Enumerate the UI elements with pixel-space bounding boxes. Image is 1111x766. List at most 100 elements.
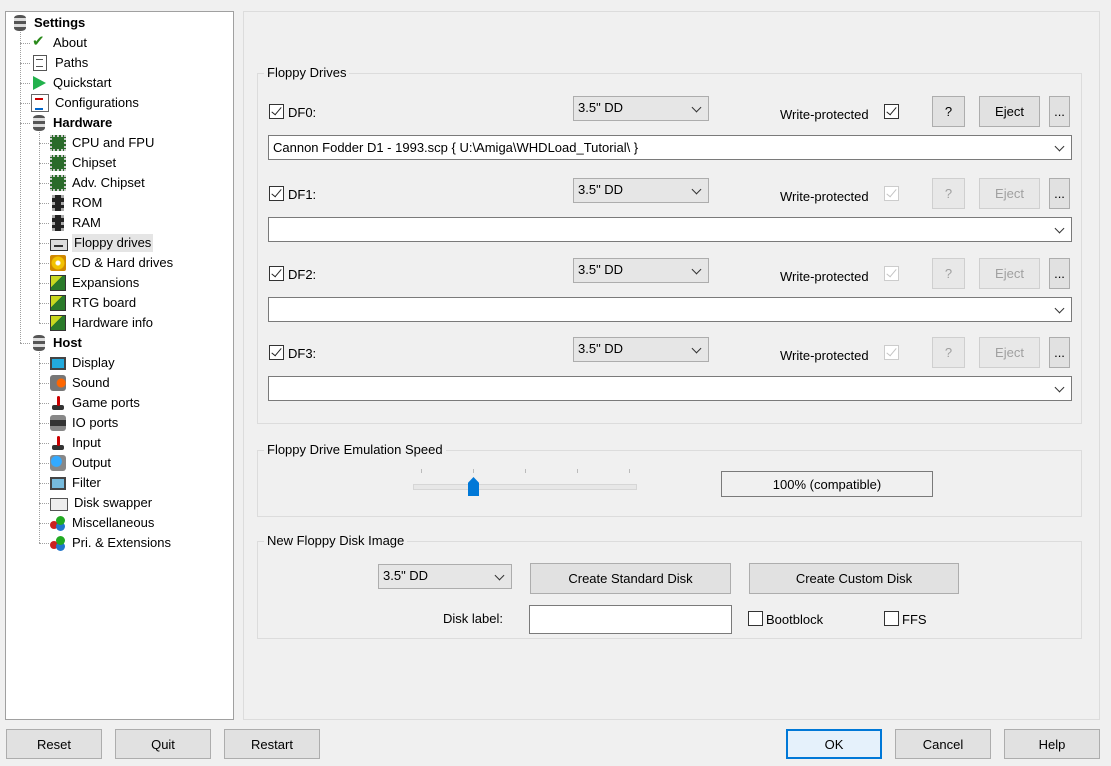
sound-icon: [50, 375, 66, 391]
tree-item-floppy-drives[interactable]: Floppy drives: [50, 234, 154, 252]
df2-help-label: ?: [944, 266, 953, 281]
df2-browse-label: ...: [1054, 266, 1065, 281]
chevron-down-icon: [691, 343, 702, 353]
tree-connector: [39, 132, 40, 323]
df2-eject-button[interactable]: Eject: [979, 258, 1040, 289]
tree-item-adv-chipset[interactable]: Adv. Chipset: [50, 174, 147, 192]
df1-help-button[interactable]: ?: [932, 178, 965, 209]
df2-type-select[interactable]: 3.5" DD: [573, 258, 709, 283]
df3-eject-button[interactable]: Eject: [979, 337, 1040, 368]
new-disk-type-select[interactable]: 3.5" DD: [378, 564, 512, 589]
tree-item-sound[interactable]: Sound: [50, 374, 112, 392]
tree-item-label: ROM: [72, 195, 103, 210]
tree-item-rtg-board[interactable]: RTG board: [50, 294, 138, 312]
ffs-label: FFS: [902, 612, 927, 627]
ffs-checkbox[interactable]: [884, 611, 899, 626]
tree-item-label: Filter: [72, 475, 101, 490]
create-custom-disk-button[interactable]: Create Custom Disk: [749, 563, 959, 594]
tree-item-ram[interactable]: RAM: [50, 214, 103, 232]
df2-browse-button[interactable]: ...: [1049, 258, 1070, 289]
df0-enabled-checkbox[interactable]: [269, 104, 284, 119]
df3-enabled-checkbox[interactable]: [269, 345, 284, 360]
ok-button[interactable]: OK: [786, 729, 882, 759]
adv-chipset-icon: [50, 175, 66, 191]
settings-tree[interactable]: Settings About Paths Quickstart Configuratio…: [5, 11, 234, 720]
df3-type-select[interactable]: 3.5" DD: [573, 337, 709, 362]
df1-eject-button[interactable]: Eject: [979, 178, 1040, 209]
df2-write-protected-checkbox[interactable]: [884, 266, 899, 281]
tree-item-input[interactable]: Input: [50, 434, 103, 452]
tree-connector: [20, 103, 30, 104]
tree-item-configurations[interactable]: Configurations: [31, 94, 141, 112]
tree-item-cpu-and-fpu[interactable]: CPU and FPU: [50, 134, 156, 152]
df1-path-select[interactable]: [268, 217, 1072, 242]
tree-item-cd-hard-drives[interactable]: CD & Hard drives: [50, 254, 175, 272]
df0-write-protected-checkbox[interactable]: [884, 104, 899, 119]
tree-item-io-ports[interactable]: IO ports: [50, 414, 120, 432]
df1-write-protected-checkbox[interactable]: [884, 186, 899, 201]
tree-item-label: RAM: [72, 215, 101, 230]
df0-path-select[interactable]: Cannon Fodder D1 - 1993.scp { U:\Amiga\W…: [268, 135, 1072, 160]
df3-write-protected-checkbox[interactable]: [884, 345, 899, 360]
tree-item-label: Hardware info: [72, 315, 153, 330]
tree-connector: [39, 183, 49, 184]
df1-type-select[interactable]: 3.5" DD: [573, 178, 709, 203]
speed-slider[interactable]: [413, 467, 637, 499]
tree-item-filter[interactable]: Filter: [50, 474, 103, 492]
tree-item-pri-extensions[interactable]: Pri. & Extensions: [50, 534, 173, 552]
disk-label-input[interactable]: [529, 605, 732, 634]
help-button[interactable]: Help: [1004, 729, 1100, 759]
quit-label: Quit: [151, 736, 175, 752]
cancel-button[interactable]: Cancel: [895, 729, 991, 759]
tree-item-quickstart[interactable]: Quickstart: [31, 74, 114, 92]
create-standard-disk-button[interactable]: Create Standard Disk: [530, 563, 731, 594]
bootblock-checkbox[interactable]: [748, 611, 763, 626]
tree-item-rom[interactable]: ROM: [50, 194, 104, 212]
tree-connector: [39, 323, 49, 324]
tree-item-label: Display: [72, 355, 115, 370]
df0-help-button[interactable]: ?: [932, 96, 965, 127]
df0-help-label: ?: [944, 104, 953, 119]
df1-browse-button[interactable]: ...: [1049, 178, 1070, 209]
tree-item-expansions[interactable]: Expansions: [50, 274, 141, 292]
tree-item-label: Settings: [34, 15, 86, 30]
tree-item-settings[interactable]: Settings: [12, 14, 87, 32]
tree-item-display[interactable]: Display: [50, 354, 117, 372]
df2-path-select[interactable]: [268, 297, 1072, 322]
df1-enabled-checkbox[interactable]: [269, 186, 284, 201]
io-ports-icon: [50, 415, 66, 431]
extensions-icon: [50, 535, 66, 551]
quit-button[interactable]: Quit: [115, 729, 211, 759]
tree-item-chipset[interactable]: Chipset: [50, 154, 118, 172]
tree-connector: [39, 483, 49, 484]
df0-type-select[interactable]: 3.5" DD: [573, 96, 709, 121]
df3-help-button[interactable]: ?: [932, 337, 965, 368]
tree-item-host[interactable]: Host: [31, 334, 84, 352]
df3-browse-button[interactable]: ...: [1049, 337, 1070, 368]
df3-browse-label: ...: [1054, 345, 1065, 360]
tree-item-disk-swapper[interactable]: Disk swapper: [50, 494, 154, 512]
df3-path-select[interactable]: [268, 376, 1072, 401]
expansions-icon: [50, 275, 66, 291]
tree-connector: [39, 423, 49, 424]
slider-tick: [577, 469, 578, 473]
df2-help-button[interactable]: ?: [932, 258, 965, 289]
tree-item-game-ports[interactable]: Game ports: [50, 394, 142, 412]
tree-item-label: IO ports: [72, 415, 119, 430]
ok-label: OK: [824, 736, 844, 752]
tree-item-paths[interactable]: Paths: [31, 54, 90, 72]
settings-icon: [14, 15, 26, 31]
slider-thumb[interactable]: [468, 477, 479, 496]
tree-item-about[interactable]: About: [31, 33, 89, 52]
configurations-icon: [31, 94, 49, 112]
df0-browse-button[interactable]: ...: [1049, 96, 1070, 127]
tree-connector: [39, 352, 40, 543]
tree-item-hardware[interactable]: Hardware: [31, 114, 114, 132]
df0-eject-button[interactable]: Eject: [979, 96, 1040, 127]
restart-button[interactable]: Restart: [224, 729, 320, 759]
tree-item-miscellaneous[interactable]: Miscellaneous: [50, 514, 156, 532]
df2-enabled-checkbox[interactable]: [269, 266, 284, 281]
tree-item-hardware-info[interactable]: Hardware info: [50, 314, 155, 332]
tree-item-output[interactable]: Output: [50, 454, 113, 472]
reset-button[interactable]: Reset: [6, 729, 102, 759]
